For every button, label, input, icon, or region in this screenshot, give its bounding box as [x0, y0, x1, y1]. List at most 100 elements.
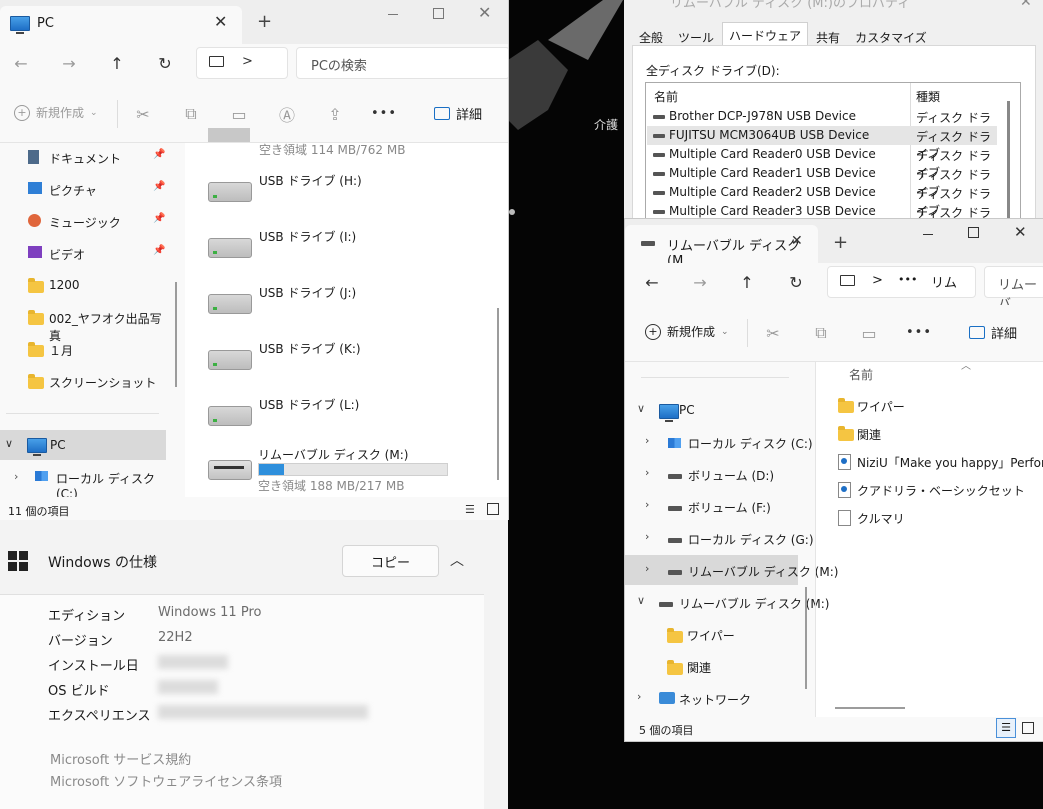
details-view-icon[interactable]: ☰ [465, 503, 475, 516]
up-arrow-icon[interactable]: ↑ [106, 52, 128, 74]
file-item[interactable]: ワイパー [830, 394, 1043, 418]
chevron-right-icon[interactable]: › [645, 530, 649, 543]
search-box[interactable]: リムーバ [984, 266, 1043, 312]
copy-icon[interactable]: ⧉ [180, 104, 202, 124]
pin-icon[interactable]: 📌 [153, 213, 165, 224]
file-item[interactable]: クアドリラ・ベーシックセット [830, 478, 1043, 502]
address-bar[interactable]: > [196, 47, 288, 79]
drive-removable-m[interactable]: リムーバブル ディスク (M:) 空き領域 188 MB/217 MB [200, 440, 480, 493]
tree-item[interactable]: › ローカル ディスク (C:) [625, 427, 813, 457]
new-button[interactable]: + 新規作成 ⌄ [14, 104, 98, 121]
more-options-button[interactable]: ••• [371, 106, 397, 121]
drive-item[interactable]: USB ドライブ (J:) [200, 280, 480, 326]
minimize-button[interactable] [923, 234, 933, 235]
collapse-chevron-icon[interactable]: ︿ [450, 550, 464, 570]
new-button[interactable]: + 新規作成 ⌄ [645, 323, 729, 340]
tree-item[interactable]: ∨ PC [625, 395, 798, 425]
nav-scrollbar[interactable] [805, 587, 807, 689]
copy-button[interactable]: コピー [342, 545, 439, 577]
tree-item[interactable]: › ローカル ディスク (G:) [625, 523, 814, 553]
more-options-button[interactable]: ••• [906, 325, 932, 340]
tab-close-icon[interactable]: ✕ [214, 12, 227, 31]
drive-list-row[interactable]: FUJITSU MCM3064UB USB Device ディスク ドライブ [647, 126, 997, 161]
new-tab-button[interactable]: + [257, 11, 272, 32]
nav-item[interactable]: スクリーンショット [0, 370, 170, 394]
tree-item[interactable]: 関連 [625, 651, 798, 681]
list-scrollbar[interactable] [1007, 101, 1010, 219]
file-item[interactable]: NiziU「Make you happy」Performan [830, 450, 1043, 474]
paste-icon[interactable]: ▭ [858, 323, 880, 343]
tree-item[interactable]: › ネットワーク [625, 683, 798, 713]
nav-item[interactable]: ドキュメント 📌 [0, 146, 170, 170]
file-item[interactable]: 関連 [830, 422, 1043, 446]
drive-list-row[interactable]: Multiple Card Reader1 USB Device ディスク ドライ… [647, 164, 997, 199]
chevron-right-icon[interactable]: › [645, 498, 649, 511]
tree-item[interactable]: › リムーバブル ディスク (M:) [625, 555, 838, 585]
service-agreement-link[interactable]: Microsoft サービス規約 [50, 749, 191, 768]
drive-list-row[interactable]: Multiple Card Reader0 USB Device ディスク ドライ… [647, 145, 997, 180]
tab-pc[interactable]: PC ✕ [0, 6, 242, 44]
forward-arrow-icon[interactable]: → [689, 271, 711, 293]
refresh-icon[interactable]: ↻ [785, 271, 807, 293]
col-type-header[interactable]: 種類 [916, 88, 940, 105]
nav-item[interactable]: ビデオ 📌 [0, 242, 170, 266]
close-button[interactable]: ✕ [478, 3, 491, 22]
drive-item[interactable]: USB ドライブ (K:) [200, 336, 480, 382]
share-icon[interactable]: ⇪ [324, 104, 346, 124]
cut-icon[interactable]: ✂ [132, 104, 154, 124]
horizontal-scrollbar[interactable] [835, 707, 905, 709]
back-arrow-icon[interactable]: ← [10, 52, 32, 74]
license-terms-link[interactable]: Microsoft ソフトウェアライセンス条項 [50, 771, 282, 790]
address-bar[interactable]: > ••• リム [827, 266, 976, 298]
drive-item[interactable]: USB ドライブ (I:) [200, 224, 480, 270]
pin-icon[interactable]: 📌 [153, 149, 165, 160]
nav-item[interactable]: ミュージック 📌 [0, 210, 170, 234]
search-box[interactable]: PCの検索 [296, 47, 508, 79]
tiles-view-icon[interactable] [1022, 722, 1034, 734]
dialog-close-icon[interactable]: ✕ [1020, 0, 1032, 10]
tab-removable[interactable]: リムーバブル ディスク (M ✕ [625, 225, 818, 269]
minimize-button[interactable] [388, 14, 398, 15]
forward-arrow-icon[interactable]: → [58, 52, 80, 74]
breadcrumb-item[interactable]: リム [931, 272, 957, 291]
drive-item[interactable]: USB ドライブ (H:) [200, 168, 480, 214]
maximize-button[interactable] [968, 227, 979, 238]
nav-item[interactable]: ピクチャ 📌 [0, 178, 170, 202]
back-arrow-icon[interactable]: ← [641, 271, 663, 293]
rename-icon[interactable]: Ⓐ [276, 104, 298, 125]
chevron-right-icon[interactable]: › [645, 466, 649, 479]
content-scrollbar[interactable] [497, 308, 499, 480]
nav-item-pc[interactable]: ∨ PC [0, 430, 166, 460]
drive-list-row[interactable]: Brother DCP-J978N USB Deviceディスク ドライブ [647, 107, 997, 142]
pin-icon[interactable]: 📌 [153, 181, 165, 192]
col-name-header[interactable]: 名前 [654, 88, 678, 105]
paste-icon[interactable]: ▭ [228, 104, 250, 124]
chevron-down-icon[interactable]: ∨ [637, 402, 645, 415]
tree-item[interactable]: › ボリューム (D:) [625, 459, 798, 489]
maximize-button[interactable] [433, 8, 444, 19]
new-tab-button[interactable]: + [833, 232, 848, 253]
tree-item[interactable]: › ボリューム (F:) [625, 491, 798, 521]
details-button[interactable]: 詳細 [434, 104, 482, 123]
details-view-icon[interactable]: ☰ [996, 718, 1016, 738]
close-button[interactable]: ✕ [1014, 223, 1027, 241]
copy-icon[interactable]: ⧉ [810, 323, 832, 343]
nav-item[interactable]: １月 [0, 338, 170, 362]
tiles-view-icon[interactable] [487, 503, 499, 515]
chevron-down-icon[interactable]: ∨ [637, 594, 645, 607]
chevron-right-icon[interactable]: › [645, 434, 649, 447]
tab-close-icon[interactable]: ✕ [791, 233, 803, 249]
nav-item[interactable]: 002_ヤフオク出品写真 [0, 306, 170, 343]
refresh-icon[interactable]: ↻ [154, 52, 176, 74]
drive-item[interactable]: USB ドライブ (L:) [200, 392, 480, 438]
nav-item[interactable]: 1200 [0, 274, 170, 298]
chevron-right-icon[interactable]: › [645, 562, 649, 575]
cut-icon[interactable]: ✂ [762, 323, 784, 343]
nav-scrollbar[interactable] [175, 282, 177, 387]
nav-item-local-disk-c[interactable]: › ローカル ディスク (C:) [0, 462, 166, 501]
details-button[interactable]: 詳細 [969, 323, 1017, 342]
pin-icon[interactable]: 📌 [153, 245, 165, 256]
tree-item[interactable]: ∨ リムーバブル ディスク (M:) [625, 587, 829, 617]
breadcrumb-overflow[interactable]: ••• [898, 273, 917, 286]
column-name-header[interactable]: 名前 [849, 366, 873, 383]
